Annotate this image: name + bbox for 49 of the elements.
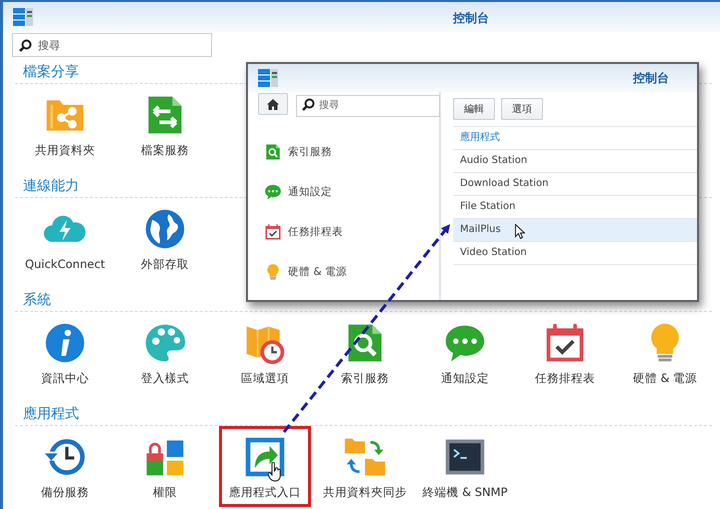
sidebar-item[interactable]: 索引服務 xyxy=(288,145,332,159)
calendar-icon xyxy=(264,223,282,241)
control-panel-tile[interactable]: 權限 xyxy=(119,426,211,507)
section-heading: 應用程式 xyxy=(23,405,79,424)
control-panel-tile[interactable]: 應用程式入口 xyxy=(219,426,311,507)
list-item[interactable]: Download Station xyxy=(453,173,697,196)
sidebar-item[interactable]: 通知設定 xyxy=(288,185,332,199)
search-icon xyxy=(19,39,32,52)
control-panel-tile[interactable]: 索引服務 xyxy=(319,312,411,393)
list-item[interactable]: Video Station xyxy=(453,242,697,265)
control-panel-tile[interactable]: 終端機 & SNMP xyxy=(419,426,511,507)
control-panel-tile[interactable]: QuickConnect xyxy=(19,198,111,278)
search-field[interactable]: 搜尋 xyxy=(296,94,440,116)
control-panel-tile[interactable]: 硬體 & 電源 xyxy=(619,312,711,393)
window-title: 控制台 xyxy=(453,10,489,27)
section-heading: 檔案分享 xyxy=(23,63,79,82)
search-icon xyxy=(302,98,315,111)
control-panel-tile[interactable]: 備份服務 xyxy=(19,426,111,507)
control-panel-tile[interactable]: 檔案服務 xyxy=(119,84,211,165)
list-item[interactable]: MailPlus xyxy=(453,219,697,242)
pointer-cursor-icon xyxy=(515,224,525,239)
control-panel-tile[interactable]: 任務排程表 xyxy=(519,312,611,393)
home-icon xyxy=(267,98,279,110)
app-logo-icon xyxy=(13,8,33,26)
section-heading: 連線能力 xyxy=(23,177,79,196)
globe-icon xyxy=(143,207,187,251)
control-panel-tile[interactable]: 資訊中心 xyxy=(19,312,111,393)
control-panel-tile[interactable]: 共用資料夾 xyxy=(19,84,111,165)
control-panel-tile[interactable]: 通知設定 xyxy=(419,312,511,393)
info-icon xyxy=(43,321,87,365)
list-item[interactable]: Audio Station xyxy=(453,150,697,173)
control-panel-tile[interactable]: 區域選項 xyxy=(219,312,311,393)
doc-search-icon xyxy=(264,143,282,161)
sidebar-item[interactable]: 硬體 & 電源 xyxy=(288,265,347,279)
sidebar-item[interactable]: 任務排程表 xyxy=(288,225,343,239)
list-heading: 應用程式 xyxy=(453,126,697,150)
chat-icon xyxy=(264,183,282,201)
hand-cursor-icon xyxy=(268,462,282,482)
control-panel-tile[interactable]: 外部存取 xyxy=(119,198,211,279)
control-panel-tile[interactable]: 共用資料夾同步 xyxy=(319,426,411,507)
control-panel-tile[interactable]: 登入樣式 xyxy=(119,312,211,393)
toolbar-button[interactable]: 編輯 xyxy=(453,98,495,120)
search-field[interactable]: 搜尋 xyxy=(12,33,212,57)
portal-icon xyxy=(243,435,287,479)
app-logo-icon xyxy=(258,69,278,87)
section-heading: 系統 xyxy=(23,291,51,310)
home-button[interactable] xyxy=(258,93,288,115)
window-title: 控制台 xyxy=(633,70,669,86)
toolbar-button[interactable]: 選項 xyxy=(501,98,543,120)
